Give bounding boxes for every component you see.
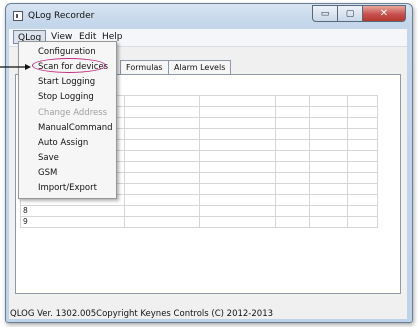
- pointer-arrow-icon: [0, 64, 31, 70]
- menu-item-start-logging[interactable]: Start Logging: [38, 77, 95, 87]
- row-number: 9: [20, 216, 125, 228]
- caption-buttons: ▭ ▢ ✕: [312, 5, 406, 22]
- maximize-icon: ▢: [345, 8, 355, 19]
- menu-item-save[interactable]: Save: [38, 153, 59, 163]
- menu-item-manual-command[interactable]: ManualCommand: [38, 123, 113, 133]
- menu-item-stop-logging[interactable]: Stop Logging: [38, 92, 94, 102]
- title-bar: QLog Recorder ▭ ▢ ✕: [6, 4, 412, 28]
- menu-item-auto-assign[interactable]: Auto Assign: [38, 138, 88, 148]
- status-bar-text: QLOG Ver. 1302.005Copyright Keynes Contr…: [10, 309, 274, 319]
- app-icon: [13, 11, 23, 21]
- minimize-button[interactable]: ▭: [312, 5, 338, 22]
- table-row: 8: [20, 205, 378, 217]
- menu-item-change-address: Change Address: [38, 108, 108, 118]
- table-row: [21, 228, 378, 290]
- menu-item-configuration[interactable]: Configuration: [38, 47, 96, 57]
- row-number: 8: [20, 205, 125, 217]
- close-icon: ✕: [379, 8, 389, 19]
- menu-item-gsm[interactable]: GSM: [38, 168, 57, 178]
- tab-alarm-levels[interactable]: Alarm Levels: [168, 60, 232, 75]
- table-row: 9: [20, 216, 378, 228]
- close-button[interactable]: ✕: [363, 5, 406, 22]
- highlight-ellipse: [32, 58, 106, 73]
- window-title: QLog Recorder: [28, 11, 95, 21]
- maximize-button[interactable]: ▢: [338, 5, 363, 22]
- minimize-icon: ▭: [320, 8, 330, 19]
- tab-formulas[interactable]: Formulas: [120, 60, 169, 75]
- menu-item-import-export[interactable]: Import/Export: [38, 183, 97, 193]
